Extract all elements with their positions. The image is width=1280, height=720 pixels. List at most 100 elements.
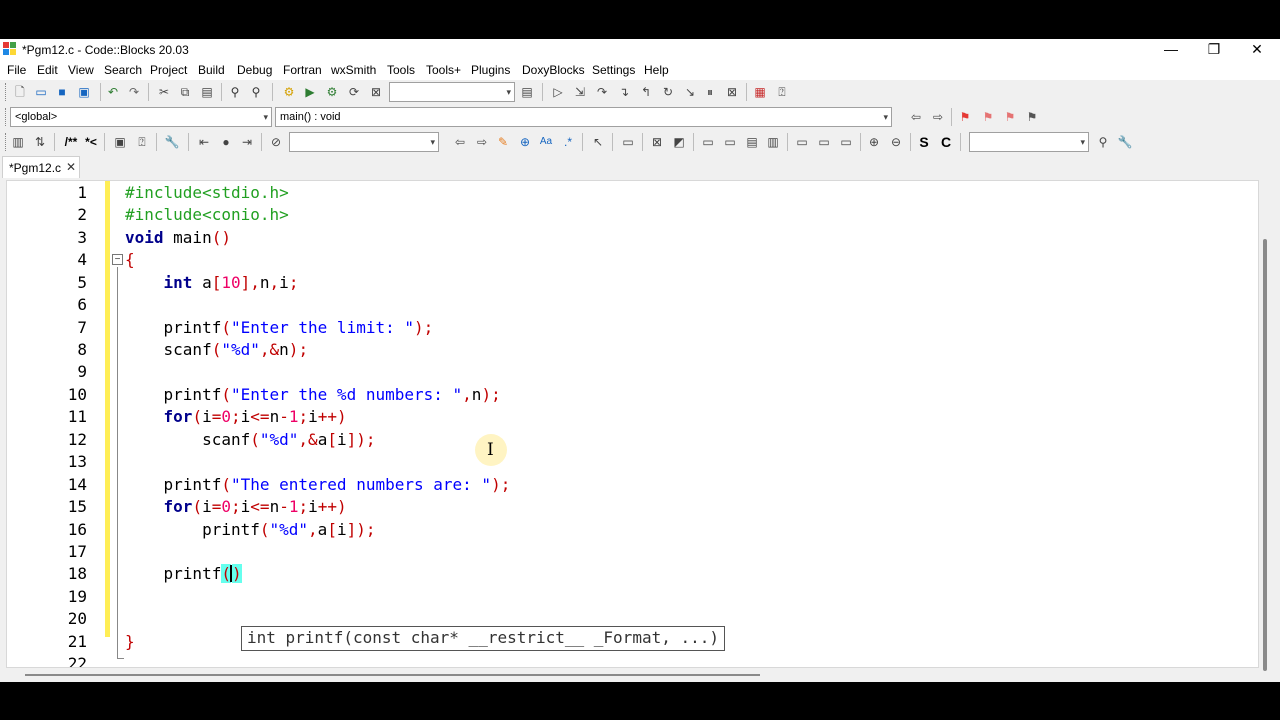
debug-windows-icon[interactable]: ▦ xyxy=(752,84,768,100)
fold-toggle-icon[interactable]: − xyxy=(112,254,123,265)
menu-fortran[interactable]: Fortran xyxy=(283,63,322,77)
nassi-block-icon[interactable]: ▥ xyxy=(765,134,781,150)
replace-icon[interactable]: ⚲ xyxy=(248,84,264,100)
nassi-break-icon[interactable]: ▭ xyxy=(794,134,810,150)
menu-tools[interactable]: Tools xyxy=(387,63,415,77)
toolbar-grip[interactable] xyxy=(5,83,8,101)
redo-icon[interactable]: ↷ xyxy=(126,84,142,100)
search-prev-icon[interactable]: ⇦ xyxy=(452,134,468,150)
function-dropdown[interactable]: main() : void ▾ xyxy=(275,107,892,127)
prev-bookmark-icon[interactable]: ⚑ xyxy=(980,109,996,125)
tab-pgm12[interactable]: *Pgm12.c ✕ xyxy=(2,156,80,178)
menu-search[interactable]: Search xyxy=(104,63,142,77)
close-button[interactable]: ✕ xyxy=(1235,39,1279,61)
jump-back-icon[interactable]: ⇦ xyxy=(908,109,924,125)
undo-icon[interactable]: ↶ xyxy=(105,84,121,100)
open-file-icon[interactable]: ▭ xyxy=(33,84,49,100)
menu-help[interactable]: Help xyxy=(644,63,669,77)
highlight-icon[interactable]: ✎ xyxy=(495,134,511,150)
menu-tools-plus[interactable]: Tools+ xyxy=(426,63,461,77)
jump-forward-icon[interactable]: ⇨ xyxy=(930,109,946,125)
debug-continue-icon[interactable]: ▷ xyxy=(550,84,566,100)
toggle-change-icon[interactable]: ● xyxy=(218,134,234,150)
code-line[interactable]: void main() xyxy=(125,228,231,247)
line-comment-button[interactable]: *< xyxy=(82,134,100,150)
prev-change-icon[interactable]: ⇤ xyxy=(196,134,212,150)
menu-file[interactable]: File xyxy=(7,63,26,77)
toggle-bookmark-icon[interactable]: ⚑ xyxy=(957,109,973,125)
match-case-icon[interactable]: Aa xyxy=(538,134,554,150)
code-line[interactable]: printf("Enter the limit: "); xyxy=(125,318,434,337)
menu-settings[interactable]: Settings xyxy=(592,63,635,77)
toolbar-grip[interactable] xyxy=(5,108,8,126)
symbol-search-icon[interactable]: ⚲ xyxy=(1095,134,1111,150)
menu-plugins[interactable]: Plugins xyxy=(471,63,510,77)
code-line[interactable]: } xyxy=(125,632,135,651)
nassi-return-icon[interactable]: ▭ xyxy=(838,134,854,150)
nassi-for-icon[interactable]: ▤ xyxy=(744,134,760,150)
code-line[interactable]: int a[10],n,i; xyxy=(125,273,299,292)
code-line[interactable]: { xyxy=(125,250,135,269)
code-line[interactable]: for(i=0;i<=n-1;i++) xyxy=(125,497,347,516)
zoom-out-icon[interactable]: ⊖ xyxy=(888,134,904,150)
chm-docs-icon[interactable]: ⍰ xyxy=(134,134,150,150)
title-bar[interactable]: *Pgm12.c - Code::Blocks 20.03 — ❐ ✕ xyxy=(0,39,1280,61)
code-line[interactable]: #include<conio.h> xyxy=(125,205,289,224)
next-change-icon[interactable]: ⇥ xyxy=(239,134,255,150)
html-docs-icon[interactable]: ▣ xyxy=(112,134,128,150)
config-tool-icon[interactable]: 🔧 xyxy=(164,134,180,150)
incremental-search-input[interactable]: ▾ xyxy=(289,132,439,152)
regex-icon[interactable]: .* xyxy=(560,134,576,150)
copy-icon[interactable]: ⧉ xyxy=(177,84,193,100)
rebuild-icon[interactable]: ⟳ xyxy=(346,84,362,100)
menu-debug[interactable]: Debug xyxy=(237,63,272,77)
code-line[interactable]: scanf("%d",&a[i]); xyxy=(125,430,375,449)
restore-button[interactable]: ❐ xyxy=(1192,39,1236,61)
stop-debug-icon[interactable]: ⊠ xyxy=(724,84,740,100)
nassi-decision-icon[interactable]: ⊠ xyxy=(649,134,665,150)
menu-doxyblocks[interactable]: DoxyBlocks xyxy=(522,63,585,77)
code-line[interactable]: scanf("%d",&n); xyxy=(125,340,309,359)
menu-project[interactable]: Project xyxy=(150,63,187,77)
build-target-dropdown[interactable]: ▾ xyxy=(389,82,515,102)
cut-icon[interactable]: ✂ xyxy=(156,84,172,100)
symbol-settings-icon[interactable]: 🔧 xyxy=(1117,134,1133,150)
scope-dropdown[interactable]: <global> ▾ xyxy=(10,107,272,127)
clear-search-icon[interactable]: ⊘ xyxy=(268,134,284,150)
next-line-icon[interactable]: ↷ xyxy=(594,84,610,100)
code-line[interactable]: printf("%d",a[i]); xyxy=(125,520,375,539)
nassi-export-source-button[interactable]: S xyxy=(916,134,932,150)
menu-wxsmith[interactable]: wxSmith xyxy=(331,63,376,77)
code-line[interactable]: #include<stdio.h> xyxy=(125,183,289,202)
nassi-dowhile-icon[interactable]: ▭ xyxy=(722,134,738,150)
frame-tool-icon[interactable]: ▭ xyxy=(620,134,636,150)
code-line[interactable]: printf() xyxy=(125,564,242,583)
pause-icon[interactable]: ⏸ xyxy=(702,84,718,100)
menu-build[interactable]: Build xyxy=(198,63,225,77)
run-icon[interactable]: ▶ xyxy=(302,84,318,100)
search-next-icon[interactable]: ⇨ xyxy=(474,134,490,150)
nassi-switch-icon[interactable]: ◩ xyxy=(671,134,687,150)
show-target-icon[interactable]: ▤ xyxy=(519,84,535,100)
minimize-button[interactable]: — xyxy=(1149,39,1193,61)
tab-close-icon[interactable]: ✕ xyxy=(66,160,76,174)
step-out-icon[interactable]: ↰ xyxy=(638,84,654,100)
nassi-export-c-button[interactable]: C xyxy=(938,134,954,150)
clear-bookmarks-icon[interactable]: ⚑ xyxy=(1024,109,1040,125)
debug-info-icon[interactable]: ⍰ xyxy=(774,84,790,100)
vertical-scrollbar[interactable] xyxy=(1263,239,1267,671)
find-icon[interactable]: ⚲ xyxy=(227,84,243,100)
nassi-continue-icon[interactable]: ▭ xyxy=(816,134,832,150)
abort-icon[interactable]: ⊠ xyxy=(368,84,384,100)
save-icon[interactable]: ■ xyxy=(54,84,70,100)
horizontal-scrollbar[interactable] xyxy=(25,674,760,676)
next-instruction-icon[interactable]: ↻ xyxy=(660,84,676,100)
run-to-cursor-icon[interactable]: ⇲ xyxy=(572,84,588,100)
menu-edit[interactable]: Edit xyxy=(37,63,58,77)
extract-docs-icon[interactable]: ⇅ xyxy=(32,134,48,150)
save-all-icon[interactable]: ▣ xyxy=(76,84,92,100)
step-into-icon[interactable]: ↴ xyxy=(616,84,632,100)
symbol-search-dropdown[interactable]: ▾ xyxy=(969,132,1089,152)
new-file-icon[interactable]: 🗋 xyxy=(12,84,28,100)
paste-icon[interactable]: ▤ xyxy=(199,84,215,100)
